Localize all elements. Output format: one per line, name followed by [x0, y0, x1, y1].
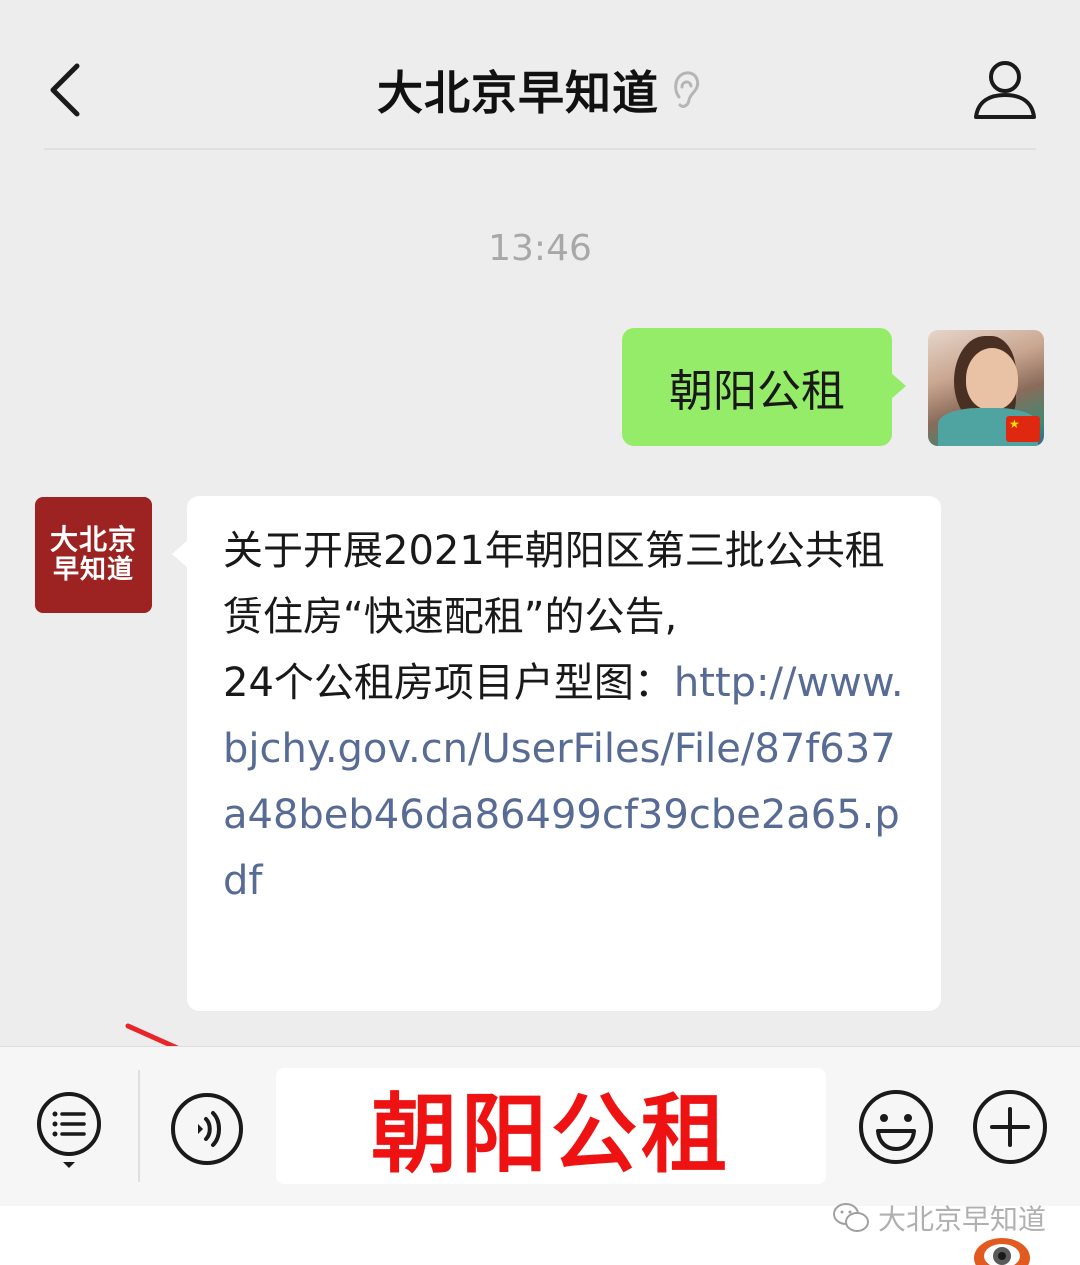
- incoming-message-text: 关于开展2021年朝阳区第三批公共租赁住房“快速配租”的公告,: [223, 528, 885, 640]
- plus-icon: [973, 1090, 1047, 1164]
- incoming-message-bubble[interactable]: 关于开展2021年朝阳区第三批公共租赁住房“快速配租”的公告, 24个公租房项目…: [172, 496, 941, 1011]
- message-timestamp: 13:46: [488, 228, 592, 269]
- avatar-face: [966, 348, 1018, 410]
- person-icon: [974, 61, 1036, 119]
- avatar-line1: 大北京: [49, 523, 137, 557]
- emoji-button[interactable]: [856, 1087, 936, 1167]
- china-flag-icon: ★: [1006, 416, 1040, 442]
- voice-button[interactable]: [168, 1090, 246, 1168]
- profile-button[interactable]: [970, 55, 1040, 125]
- ear-icon: [674, 71, 700, 108]
- outgoing-message-text: 朝阳公租: [669, 366, 845, 417]
- list-menu-icon: [37, 1092, 101, 1168]
- title-wrap: 大北京早知道: [0, 55, 1080, 125]
- message-input[interactable]: 朝阳公租: [276, 1068, 826, 1185]
- menu-button[interactable]: [34, 1090, 104, 1170]
- outgoing-message-bubble[interactable]: 朝阳公租: [622, 328, 906, 446]
- page-title: 大北京早知道: [377, 66, 659, 120]
- chat-header: 大北京早知道: [0, 0, 1080, 150]
- message-input-value: 朝阳公租: [371, 1084, 731, 1185]
- wechat-icon: [832, 1203, 869, 1232]
- user-avatar[interactable]: ★: [928, 330, 1044, 446]
- input-bar-divider: [138, 1070, 140, 1182]
- mascot-icon: [974, 1238, 1030, 1265]
- voice-icon: [171, 1093, 243, 1165]
- header-divider: [44, 148, 1036, 150]
- plus-button[interactable]: [970, 1087, 1050, 1167]
- incoming-message-text2: 24个公租房项目户型图：: [223, 660, 674, 706]
- smiley-icon: [859, 1090, 933, 1164]
- official-account-avatar[interactable]: 大北京 早知道: [35, 497, 152, 613]
- avatar-line2: 早知道: [52, 555, 134, 586]
